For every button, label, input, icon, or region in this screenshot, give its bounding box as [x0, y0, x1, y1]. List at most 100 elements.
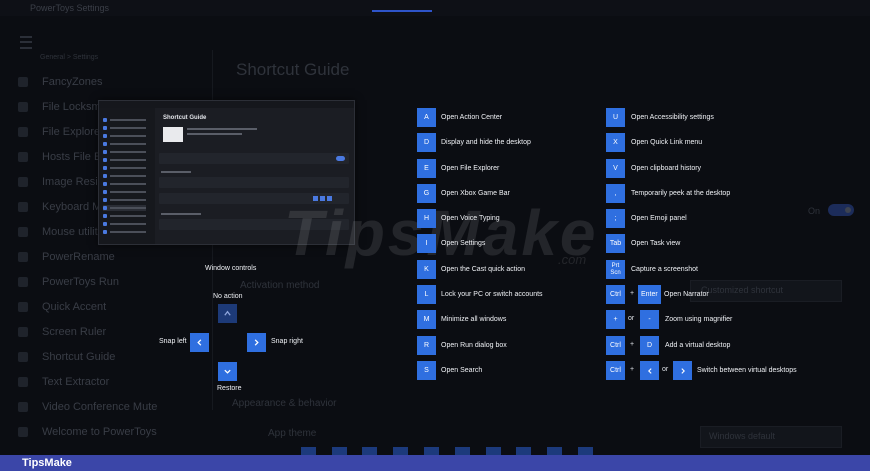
nav-item-icon: [18, 77, 28, 87]
sidebar-item-label: Welcome to PowerToys: [42, 426, 157, 438]
nav-item-icon: [18, 377, 28, 387]
sidebar-item-label: Screen Ruler: [42, 326, 107, 338]
nav-item-icon: [18, 202, 28, 212]
shortcut-key-i: I: [417, 234, 436, 253]
shortcut-key-plus: +: [606, 310, 625, 329]
sidebar-item-label: FancyZones: [42, 76, 103, 88]
thumbnail-nav-line: [110, 231, 146, 233]
sidebar-item-label: Video Conference Mute: [42, 401, 158, 413]
background-activation-heading: Activation method: [240, 280, 320, 291]
sidebar-item-label: PowerToys Run: [42, 276, 120, 288]
restore-label: Restore: [217, 385, 242, 392]
no-action-label: No action: [213, 293, 243, 300]
thumbnail-nav-item: [103, 181, 146, 187]
shortcut-key-m: M: [417, 310, 436, 329]
snap-left-label: Snap left: [159, 338, 187, 345]
thumbnail-nav-item: [103, 117, 146, 123]
chevron-left-icon: [647, 367, 652, 374]
thumbnail-nav-icon: [103, 158, 107, 162]
thumbnail-nav-item: [103, 221, 146, 227]
snap-right-label: Snap right: [271, 338, 303, 345]
shortcut-label-peek: Temporarily peek at the desktop: [631, 190, 731, 197]
shortcut-key-h: H: [417, 209, 436, 228]
snap-left-button[interactable]: [190, 333, 209, 352]
thumbnail-nav-icon: [103, 134, 107, 138]
thumbnail-nav-item: [103, 189, 146, 195]
sidebar-item[interactable]: Shortcut Guide: [18, 347, 115, 367]
background-toggle-label: On: [808, 206, 821, 216]
background-theme-dropdown[interactable]: Windows default: [700, 426, 842, 448]
background-app-title: PowerToys Settings: [30, 3, 110, 13]
shortcut-label-lock: Lock your PC or switch accounts: [441, 291, 543, 298]
background-dropdown-value: Customized shortcut: [701, 285, 784, 295]
shortcut-label-clipboard: Open clipboard history: [631, 165, 702, 172]
background-dropdown[interactable]: Customized shortcut: [690, 280, 842, 302]
thumbnail-title: Shortcut Guide: [163, 115, 207, 121]
shortcut-key-d-combo: D: [640, 336, 659, 355]
snap-up-button[interactable]: [218, 304, 237, 323]
sidebar-item[interactable]: Text Extractor: [18, 372, 109, 392]
snap-right-button[interactable]: [247, 333, 266, 352]
background-toggle[interactable]: [828, 204, 854, 216]
shortcut-key-minus: -: [640, 310, 659, 329]
shortcut-label-action-center: Open Action Center: [441, 114, 503, 121]
plus-separator: +: [630, 341, 635, 348]
shortcut-key-r: R: [417, 336, 436, 355]
shortcut-label-cast: Open the Cast quick action: [441, 266, 526, 273]
thumbnail-nav-icon: [103, 126, 107, 130]
restore-button[interactable]: [218, 362, 237, 381]
nav-item-icon: [18, 277, 28, 287]
sidebar-item[interactable]: Welcome to PowerToys: [18, 422, 157, 442]
shortcut-label-screenshot: Capture a screenshot: [631, 266, 698, 273]
shortcut-label-settings: Open Settings: [441, 240, 486, 247]
plus-separator: +: [630, 366, 635, 373]
sidebar-item[interactable]: PowerToys Run: [18, 272, 119, 292]
shortcut-label-desktop: Display and hide the desktop: [441, 139, 531, 146]
shortcut-key-enter: Enter: [638, 285, 661, 304]
sidebar-item-label: Shortcut Guide: [42, 351, 116, 363]
sidebar-item[interactable]: FancyZones: [18, 72, 103, 92]
chevron-right-icon: [254, 339, 259, 346]
thumbnail-text-line: [161, 213, 201, 215]
thumbnail-nav-line: [110, 167, 146, 169]
shortcut-key-semicolon: ;: [606, 209, 625, 228]
chevron-right-icon: [680, 367, 685, 374]
thumbnail-nav-icon: [103, 142, 107, 146]
sidebar-item[interactable]: Quick Accent: [18, 297, 106, 317]
sidebar-item[interactable]: PowerRename: [18, 247, 115, 267]
thumbnail-text-line: [187, 128, 257, 130]
sidebar-item[interactable]: Video Conference Mute: [18, 397, 157, 417]
thumbnail-nav-icon: [103, 230, 107, 234]
shortcut-label-task-view: Open Task view: [631, 240, 681, 247]
shortcut-key-u: U: [606, 108, 625, 127]
thumbnail-nav-line: [110, 127, 146, 129]
nav-item-icon: [18, 177, 28, 187]
thumbnail-nav-line: [110, 119, 146, 121]
thumbnail-nav-icon: [103, 182, 107, 186]
sidebar-item-label: PowerRename: [42, 251, 115, 263]
or-separator: or: [628, 315, 635, 322]
chevron-up-icon: [224, 310, 231, 316]
thumbnail-nav-item: [103, 133, 146, 139]
thumbnail-title-bar: [99, 101, 354, 108]
thumbnail-nav-item: [103, 213, 146, 219]
background-app-theme: App theme: [268, 428, 317, 439]
hamburger-menu-icon[interactable]: [20, 36, 32, 49]
shortcut-key-prtscn: Prt Scn: [606, 260, 625, 279]
thumbnail-nav-line: [110, 159, 146, 161]
thumbnail-nav-item: [103, 157, 146, 163]
shortcut-key-s: S: [417, 361, 436, 380]
thumbnail-nav-item: [103, 173, 146, 179]
shortcut-label-accessibility: Open Accessibility settings: [631, 114, 714, 121]
nav-item-icon: [18, 252, 28, 262]
nav-item-icon: [18, 102, 28, 112]
thumbnail-nav-icon: [103, 118, 107, 122]
thumbnail-nav-item: [103, 229, 146, 235]
shortcut-label-add-virtual-desktop: Add a virtual desktop: [665, 342, 731, 349]
background-theme-value: Windows default: [709, 431, 776, 441]
thumbnail-enable-row: [159, 153, 349, 164]
shortcut-key-ctrl: Ctrl: [606, 361, 625, 380]
nav-item-icon: [18, 402, 28, 412]
thumbnail-text-line: [187, 133, 242, 135]
sidebar-item[interactable]: Screen Ruler: [18, 322, 106, 342]
